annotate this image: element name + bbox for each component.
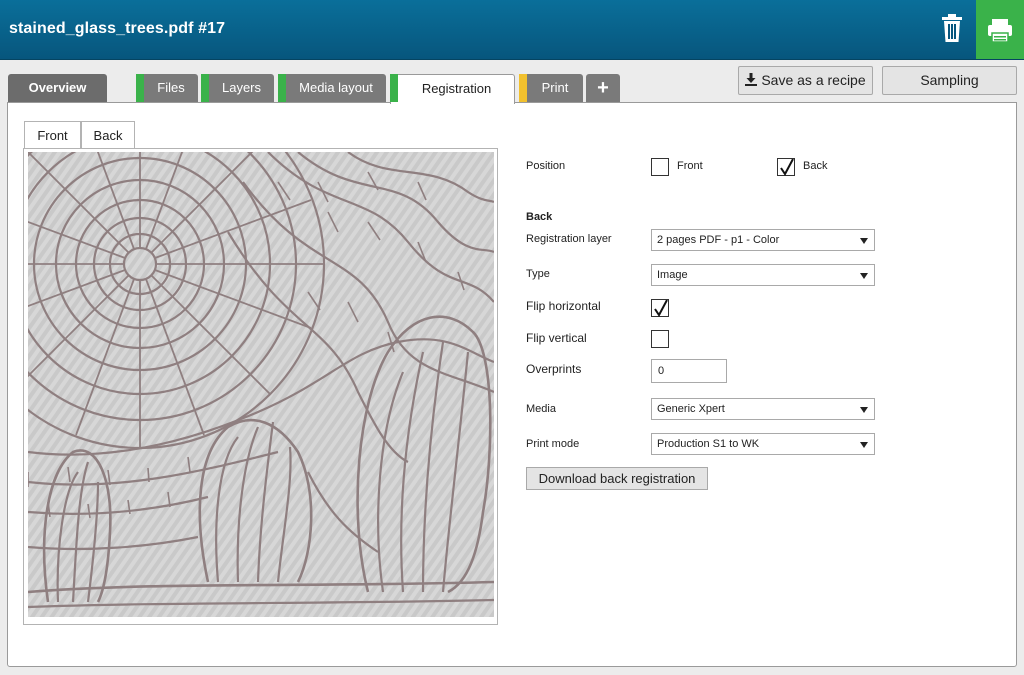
print-mode-value: Production S1 to WK bbox=[657, 438, 760, 450]
chevron-down-icon bbox=[860, 442, 868, 448]
sampling-label: Sampling bbox=[920, 72, 979, 88]
checkmark-icon bbox=[654, 299, 668, 317]
tab-overview-label: Overview bbox=[28, 80, 87, 95]
download-icon bbox=[745, 73, 758, 86]
overprints-input[interactable] bbox=[651, 359, 727, 383]
chevron-down-icon bbox=[860, 238, 868, 244]
stained-glass-preview bbox=[28, 152, 494, 617]
section-title: Back bbox=[526, 211, 553, 223]
position-front-label: Front bbox=[677, 160, 703, 172]
plus-icon: + bbox=[597, 77, 609, 99]
flip-vertical-checkbox[interactable] bbox=[651, 330, 669, 348]
job-title: stained_glass_trees.pdf #17 bbox=[9, 20, 226, 37]
app-header: stained_glass_trees.pdf #17 bbox=[0, 0, 1024, 60]
tab-status-ok bbox=[278, 74, 286, 102]
flip-horizontal-label: Flip horizontal bbox=[526, 299, 601, 313]
registration-layer-select[interactable]: 2 pages PDF - p1 - Color bbox=[651, 229, 875, 251]
registration-layer-value: 2 pages PDF - p1 - Color bbox=[657, 234, 780, 246]
type-label: Type bbox=[526, 268, 550, 280]
print-mode-select[interactable]: Production S1 to WK bbox=[651, 433, 875, 455]
tab-overview[interactable]: Overview bbox=[8, 74, 107, 102]
tab-files-label: Files bbox=[157, 80, 185, 95]
tab-files[interactable]: Files bbox=[136, 74, 198, 102]
registration-layer-label: Registration layer bbox=[526, 233, 612, 245]
position-back-checkbox[interactable] bbox=[777, 158, 795, 176]
tab-layers-label: Layers bbox=[221, 80, 262, 95]
side-tab-front[interactable]: Front bbox=[24, 121, 81, 149]
side-tab-back-label: Back bbox=[93, 128, 123, 143]
side-tab-front-label: Front bbox=[37, 128, 68, 143]
position-back-label: Back bbox=[803, 160, 828, 172]
media-select[interactable]: Generic Xpert bbox=[651, 398, 875, 420]
save-as-recipe-label: Save as a recipe bbox=[761, 72, 866, 88]
side-tab-back[interactable]: Back bbox=[81, 121, 135, 149]
tab-status-ok bbox=[136, 74, 144, 102]
media-value: Generic Xpert bbox=[657, 403, 725, 415]
tab-media-layout-label: Media layout bbox=[299, 80, 373, 95]
position-front-checkbox[interactable] bbox=[651, 158, 669, 176]
download-back-registration-label: Download back registration bbox=[538, 471, 696, 486]
delete-button[interactable] bbox=[934, 10, 970, 46]
tab-print-label: Print bbox=[541, 80, 569, 95]
tab-status-warning bbox=[519, 74, 527, 102]
media-label: Media bbox=[526, 403, 556, 415]
type-select[interactable]: Image bbox=[651, 264, 875, 286]
type-value: Image bbox=[657, 269, 688, 281]
chevron-down-icon bbox=[860, 273, 868, 279]
sampling-button[interactable]: Sampling bbox=[882, 66, 1017, 95]
printer-icon bbox=[988, 19, 1012, 43]
tab-status-ok bbox=[390, 74, 398, 102]
tab-status-ok bbox=[201, 74, 209, 102]
checkmark-icon bbox=[780, 158, 794, 176]
tab-registration-label: Registration bbox=[421, 81, 492, 96]
save-as-recipe-button[interactable]: Save as a recipe bbox=[738, 66, 873, 95]
tab-media-layout[interactable]: Media layout bbox=[278, 74, 386, 102]
position-label: Position bbox=[526, 160, 566, 172]
flip-horizontal-checkbox[interactable] bbox=[651, 299, 669, 317]
chevron-down-icon bbox=[860, 407, 868, 413]
download-back-registration-button[interactable]: Download back registration bbox=[526, 467, 708, 490]
add-tab-button[interactable]: + bbox=[586, 74, 620, 102]
print-mode-label: Print mode bbox=[526, 438, 580, 450]
tab-layers[interactable]: Layers bbox=[201, 74, 274, 102]
print-button[interactable] bbox=[976, 0, 1024, 59]
tab-print[interactable]: Print bbox=[519, 74, 583, 102]
trash-icon bbox=[942, 14, 962, 42]
overprints-label: Overprints bbox=[526, 362, 582, 376]
tab-registration[interactable]: Registration bbox=[390, 74, 515, 104]
flip-vertical-label: Flip vertical bbox=[526, 331, 587, 345]
